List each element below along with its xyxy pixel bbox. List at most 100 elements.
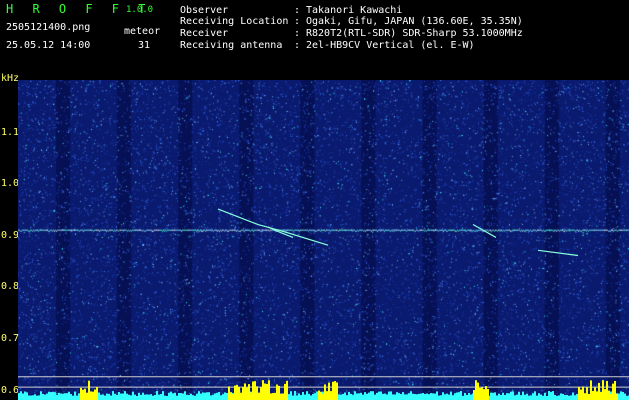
activity-bar	[46, 393, 48, 400]
filename-text: 2505121400.png	[6, 22, 91, 33]
activity-bar	[566, 394, 568, 400]
activity-bar	[444, 394, 446, 400]
activity-bar	[360, 392, 362, 400]
activity-bar	[130, 395, 132, 400]
activity-bar	[574, 395, 576, 400]
activity-bar-yellow	[232, 393, 234, 400]
activity-bar	[102, 394, 104, 400]
activity-bar-yellow	[250, 392, 252, 400]
activity-bar	[300, 395, 302, 400]
activity-bar	[626, 395, 628, 400]
activity-bar	[62, 393, 64, 400]
activity-bar	[388, 391, 390, 400]
activity-bar	[374, 394, 376, 400]
activity-bar-yellow	[228, 386, 230, 400]
activity-bar	[494, 392, 496, 400]
activity-bar-yellow	[240, 392, 242, 400]
receiver-label: Receiver	[180, 28, 229, 39]
meteor-label: meteor	[124, 26, 161, 37]
activity-bar-yellow	[282, 393, 284, 400]
activity-bar	[156, 391, 158, 400]
activity-bar-yellow	[254, 381, 256, 400]
activity-bar	[426, 393, 428, 400]
activity-bar-yellow	[614, 381, 616, 400]
activity-bar-yellow	[272, 393, 274, 400]
activity-bar	[418, 393, 420, 400]
activity-bar	[364, 392, 366, 400]
activity-bar	[20, 391, 22, 400]
activity-bar	[190, 393, 192, 400]
activity-bar	[346, 395, 348, 400]
antenna-colon: :	[294, 40, 301, 51]
activity-bar	[404, 394, 406, 400]
activity-bar	[172, 393, 174, 400]
activity-bar	[438, 395, 440, 400]
activity-bar	[446, 393, 448, 400]
y-tick-label: 1.0	[1, 178, 20, 190]
activity-bar	[424, 394, 426, 400]
activity-bar	[36, 395, 38, 400]
activity-bar	[110, 395, 112, 400]
activity-bar	[428, 394, 430, 400]
meteor-streak	[537, 249, 579, 257]
activity-bar	[70, 394, 72, 400]
activity-bar	[168, 392, 170, 400]
activity-bar	[74, 391, 76, 400]
activity-bar	[194, 395, 196, 400]
datetime-text: 25.05.12 14:00	[6, 40, 91, 51]
activity-bar-yellow	[86, 392, 88, 400]
activity-bar	[30, 395, 32, 400]
activity-bar	[138, 392, 140, 400]
activity-bar-yellow	[320, 391, 322, 400]
activity-bar	[344, 392, 346, 400]
activity-bar	[368, 392, 370, 400]
activity-bar-yellow	[92, 391, 94, 400]
activity-bar	[470, 394, 472, 400]
activity-bar	[514, 395, 516, 400]
receiver-colon: :	[294, 28, 301, 39]
activity-bar-yellow	[276, 384, 278, 400]
activity-bar	[552, 391, 554, 400]
activity-bar-yellow	[270, 393, 272, 400]
activity-bar	[416, 394, 418, 400]
activity-bar	[498, 393, 500, 400]
activity-bar-yellow	[234, 385, 236, 400]
activity-bar	[410, 391, 412, 400]
activity-bar	[288, 394, 290, 400]
meteor-streak	[472, 223, 497, 238]
activity-bar	[52, 391, 54, 400]
activity-bar	[166, 395, 168, 400]
activity-bar	[214, 393, 216, 400]
activity-bar	[506, 393, 508, 400]
activity-bar	[184, 391, 186, 400]
header-panel: H R O F F T 1.0.0 2505121400.png meteor …	[0, 0, 629, 72]
activity-bar	[42, 393, 44, 400]
activity-bar	[68, 391, 70, 400]
spectrogram-plot	[18, 80, 629, 400]
activity-bar	[546, 395, 548, 400]
activity-bar	[536, 395, 538, 400]
activity-bar-yellow	[481, 387, 483, 400]
activity-bar	[182, 393, 184, 400]
meteor-streak	[217, 208, 329, 246]
antenna-value: 2el-HB9CV Vertical (el. E-W)	[306, 40, 475, 51]
activity-bar	[386, 394, 388, 400]
activity-bar	[120, 393, 122, 400]
activity-bar	[352, 394, 354, 400]
activity-bar-yellow	[612, 383, 614, 400]
activity-bar-yellow	[248, 384, 250, 400]
activity-bar-yellow	[278, 385, 280, 400]
activity-bar	[176, 395, 178, 400]
activity-bar	[420, 393, 422, 400]
activity-bar-yellow	[332, 381, 334, 400]
activity-bar	[28, 395, 30, 400]
receiver-value: R820T2(RTL-SDR) SDR-Sharp 53.1000MHz	[306, 28, 523, 39]
activity-bar	[162, 391, 164, 400]
activity-bar	[544, 392, 546, 400]
activity-bar	[396, 392, 398, 400]
activity-bar	[430, 393, 432, 400]
activity-bar	[392, 394, 394, 400]
activity-bar	[558, 395, 560, 400]
activity-bar	[372, 391, 374, 400]
activity-bar-yellow	[473, 390, 475, 400]
